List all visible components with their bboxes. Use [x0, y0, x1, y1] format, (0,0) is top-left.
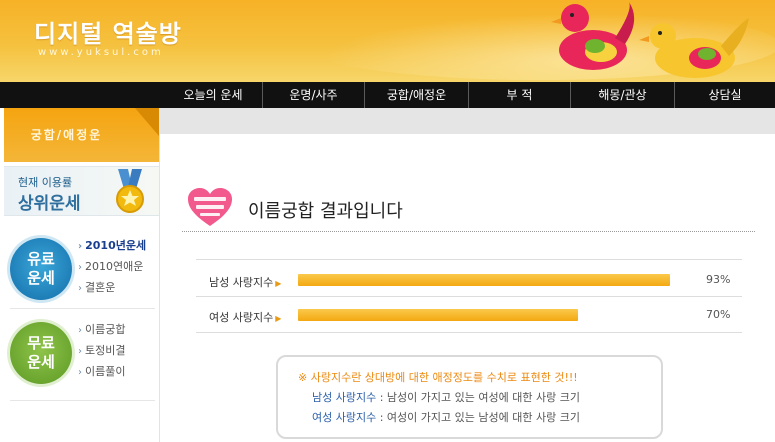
sidebar-section-title: 궁합/애정운	[30, 128, 103, 142]
menu-item-label: 이름궁합	[85, 323, 126, 336]
free-badge-line1: 무료	[27, 334, 55, 352]
top-usage-title: 상위운세	[18, 194, 81, 214]
chevron-right-icon: ›	[78, 367, 82, 378]
menu-item-label: 토정비결	[85, 344, 126, 357]
male-love-index-text: 남성 사랑지수	[209, 276, 274, 289]
sidebar-divider	[10, 308, 155, 309]
male-love-index-percent: 93%	[706, 273, 731, 286]
site-logo-url: www.yuksul.com	[38, 47, 164, 58]
explanation-female-text: : 여성이 가지고 있는 남성에 대한 사랑 크기	[376, 411, 580, 424]
menu-item-label: 2010년운세	[85, 239, 147, 252]
nav-item-today-fortune[interactable]: 오늘의 운세	[164, 82, 262, 108]
explanation-box: ※ 사랑지수란 상대방에 대한 애정정도를 수치로 표현한 것!!! 남성 사랑…	[276, 355, 663, 439]
nav-item-dream-physiognomy[interactable]: 해몽/관상	[570, 82, 674, 108]
male-love-index-fill	[298, 274, 670, 286]
site-header: 디지털 역술방 www.yuksul.com	[0, 0, 775, 82]
nav-item-compatibility[interactable]: 궁합/애정운	[364, 82, 468, 108]
free-badge-line2: 운세	[27, 353, 55, 371]
explanation-female-key: 여성 사랑지수	[312, 411, 377, 424]
sidebar-divider	[10, 400, 155, 401]
paid-badge-line1: 유료	[27, 250, 55, 268]
top-usage-caption: 현재 이용률	[18, 176, 73, 189]
site-logo-title[interactable]: 디지털 역술방	[34, 14, 182, 49]
result-row-divider	[196, 259, 742, 260]
sidebar-section-header: 궁합/애정운	[4, 108, 159, 162]
top-usage-banner[interactable]: 현재 이용률 상위운세	[4, 166, 159, 216]
menu-item-tojeong[interactable]: › 토정비결	[78, 340, 125, 361]
female-love-index-percent: 70%	[706, 308, 731, 321]
menu-item-marriage[interactable]: › 결혼운	[78, 277, 146, 298]
menu-item-label: 이름풀이	[85, 365, 126, 378]
explanation-headline: ※ 사랑지수란 상대방에 대한 애정정도를 수치로 표현한 것!!!	[298, 371, 578, 384]
result-row-divider	[196, 296, 742, 297]
chevron-right-icon: ›	[78, 346, 82, 357]
menu-item-name-compatibility[interactable]: › 이름궁합	[78, 319, 125, 340]
female-love-index-label: 여성 사랑지수 ▶	[209, 309, 281, 325]
chevron-right-icon: ›	[78, 241, 83, 252]
chevron-right-icon: ›	[78, 325, 82, 336]
medal-icon	[116, 169, 144, 213]
result-row-divider	[196, 332, 742, 333]
triangle-right-icon: ▶	[275, 279, 282, 288]
tab-corner-decoration	[135, 108, 159, 136]
triangle-right-icon: ▶	[275, 314, 282, 323]
explanation-male: 남성 사랑지수 : 남성이 가지고 있는 여성에 대한 사랑 크기	[312, 389, 580, 405]
menu-item-2010-fortune[interactable]: › 2010년운세	[78, 235, 146, 256]
page-title: 이름궁합 결과입니다	[248, 201, 403, 222]
content-top-band	[160, 108, 775, 134]
chevron-right-icon: ›	[78, 262, 82, 273]
chevron-right-icon: ›	[78, 283, 82, 294]
free-fortune-menu: › 이름궁합 › 토정비결 › 이름풀이	[78, 319, 125, 382]
menu-item-2010-love[interactable]: › 2010연애운	[78, 256, 146, 277]
left-sidebar: 궁합/애정운 현재 이용률 상위운세 유료 운세 › 2010년운세 › 2010연애…	[0, 108, 160, 442]
paid-badge-line2: 운세	[27, 269, 55, 287]
male-love-index-label: 남성 사랑지수 ▶	[209, 274, 281, 290]
explanation-female: 여성 사랑지수 : 여성이 가지고 있는 남성에 대한 사랑 크기	[312, 409, 580, 425]
main-navigation: 오늘의 운세 운명/사주 궁합/애정운 부 적 해몽/관상 상담실	[0, 82, 775, 108]
title-divider	[182, 231, 755, 232]
male-love-index-bar	[298, 274, 698, 286]
free-fortune-badge: 무료 운세	[10, 322, 72, 384]
love-badge-icon	[188, 188, 232, 226]
menu-item-label: 결혼운	[85, 281, 116, 294]
mandarin-ducks-illustration	[551, 2, 749, 78]
female-love-index-fill	[298, 309, 578, 321]
explanation-male-key: 남성 사랑지수	[312, 391, 377, 404]
nav-item-destiny-saju[interactable]: 운명/사주	[262, 82, 364, 108]
explanation-male-text: : 남성이 가지고 있는 여성에 대한 사랑 크기	[376, 391, 580, 404]
female-love-index-text: 여성 사랑지수	[209, 311, 274, 324]
nav-item-consultation[interactable]: 상담실	[674, 82, 775, 108]
menu-item-label: 2010연애운	[85, 260, 144, 273]
female-love-index-bar	[298, 309, 698, 321]
paid-fortune-menu: › 2010년운세 › 2010연애운 › 결혼운	[78, 235, 146, 298]
menu-item-name-reading[interactable]: › 이름풀이	[78, 361, 125, 382]
paid-fortune-badge: 유료 운세	[10, 238, 72, 300]
nav-item-talisman[interactable]: 부 적	[468, 82, 570, 108]
